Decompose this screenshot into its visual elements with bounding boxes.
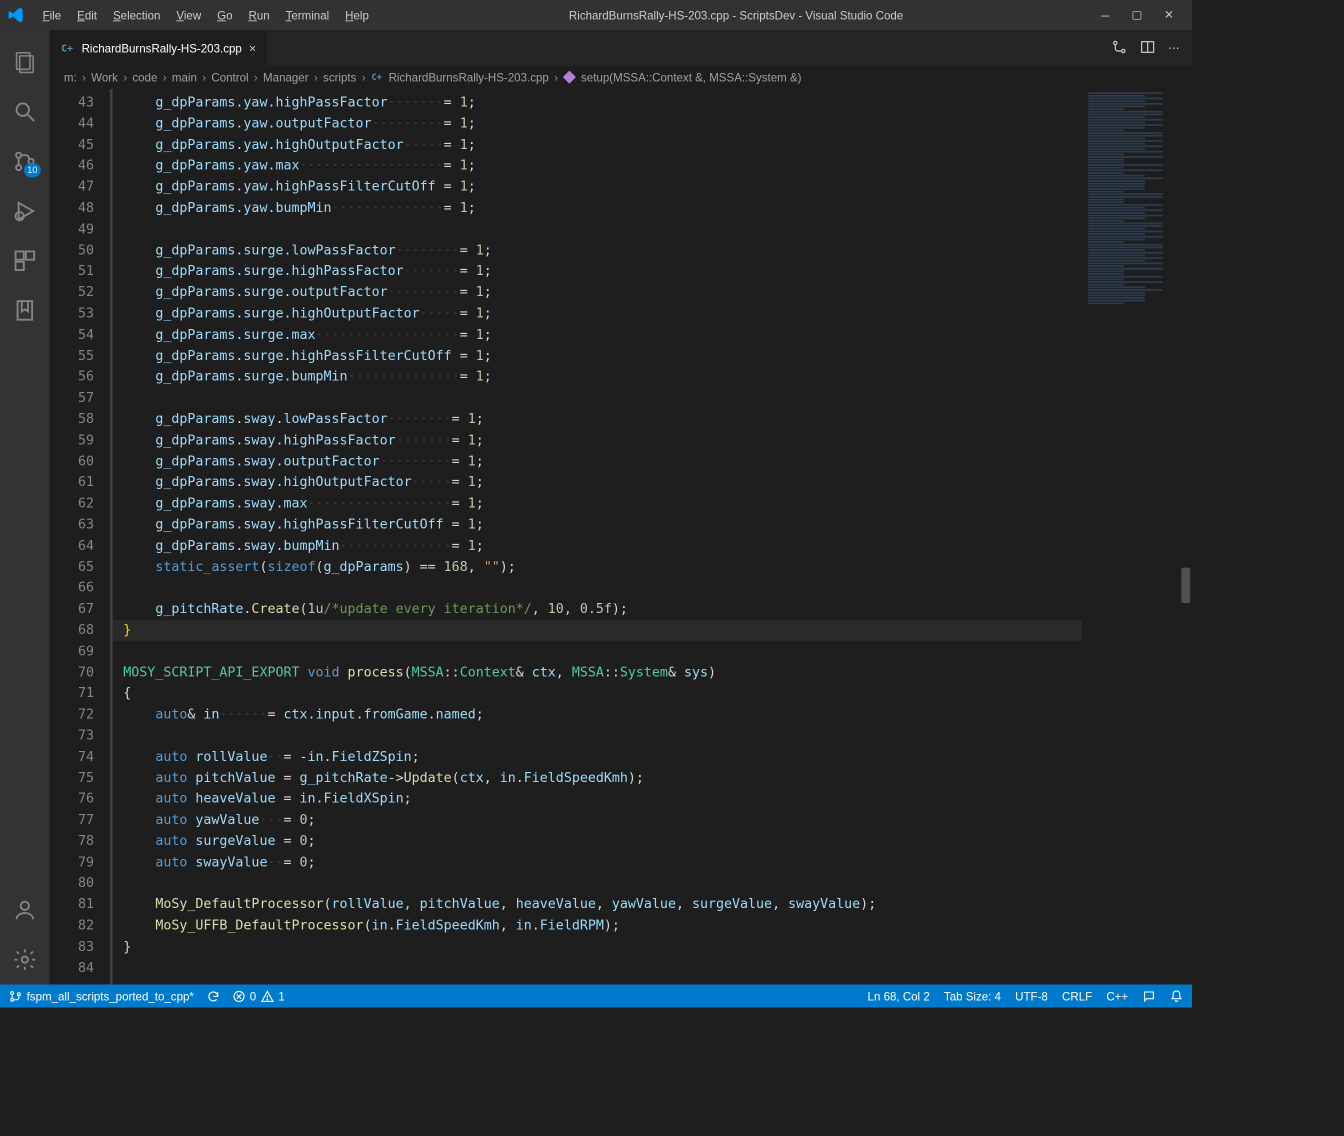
- more-actions-icon[interactable]: ⋯: [1168, 41, 1180, 55]
- chevron-right-icon: ›: [202, 71, 206, 84]
- close-button[interactable]: ✕: [1160, 6, 1178, 24]
- split-editor-icon[interactable]: [1140, 39, 1156, 58]
- maximize-button[interactable]: ▢: [1128, 6, 1146, 24]
- activity-bar: 10: [0, 30, 50, 984]
- breadcrumb-item[interactable]: Manager: [263, 71, 309, 84]
- status-tab-size[interactable]: Tab Size: 4: [944, 989, 1001, 1002]
- status-sync[interactable]: [206, 989, 219, 1002]
- menu-selection[interactable]: Selection: [106, 5, 168, 25]
- breadcrumb-item[interactable]: C+RichardBurnsRally-HS-203.cpp: [371, 71, 549, 84]
- status-problems[interactable]: 0 1: [232, 989, 285, 1002]
- line-gutter: 4344454647484950515253545556575859606162…: [50, 89, 110, 985]
- chevron-right-icon: ›: [554, 71, 558, 84]
- bookmark-icon[interactable]: [0, 286, 50, 336]
- breadcrumb-item[interactable]: setup(MSSA::Context &, MSSA::System &): [563, 71, 801, 84]
- vscode-logo-icon: [7, 6, 25, 24]
- settings-gear-icon[interactable]: [0, 935, 50, 985]
- cpp-file-icon: C+: [371, 71, 383, 83]
- menu-view[interactable]: View: [169, 5, 208, 25]
- minimize-button[interactable]: ─: [1096, 6, 1114, 24]
- menu-file[interactable]: File: [35, 5, 68, 25]
- chevron-right-icon: ›: [362, 71, 366, 84]
- chevron-right-icon: ›: [314, 71, 318, 84]
- title-bar: File Edit Selection View Go Run Terminal…: [0, 0, 1192, 30]
- code-content[interactable]: g_dpParams.yaw.highPassFactor·······= 1;…: [113, 89, 1082, 985]
- tabs-bar: C+ RichardBurnsRally-HS-203.cpp × ⋯: [50, 30, 1192, 65]
- status-branch[interactable]: fspm_all_scripts_ported_to_cpp*: [9, 989, 194, 1002]
- chevron-right-icon: ›: [163, 71, 167, 84]
- vertical-scrollbar[interactable]: [1180, 89, 1192, 985]
- extensions-icon[interactable]: [0, 236, 50, 286]
- status-ln-col[interactable]: Ln 68, Col 2: [868, 989, 930, 1002]
- status-language[interactable]: C++: [1106, 989, 1128, 1002]
- status-bell-icon[interactable]: [1170, 989, 1183, 1002]
- breadcrumb-item[interactable]: m:: [64, 71, 77, 84]
- window-title: RichardBurnsRally-HS-203.cpp - ScriptsDe…: [376, 8, 1096, 21]
- editor-area: C+ RichardBurnsRally-HS-203.cpp × ⋯ m: › W…: [50, 30, 1192, 984]
- method-icon: [563, 71, 575, 83]
- breadcrumb-item[interactable]: main: [172, 71, 197, 84]
- menu-go[interactable]: Go: [210, 5, 240, 25]
- breadcrumb-item[interactable]: Work: [91, 71, 118, 84]
- tab-active[interactable]: C+ RichardBurnsRally-HS-203.cpp ×: [50, 30, 268, 65]
- status-eol[interactable]: CRLF: [1062, 989, 1092, 1002]
- breadcrumb-item[interactable]: code: [132, 71, 157, 84]
- scroll-thumb[interactable]: [1181, 568, 1190, 603]
- breadcrumbs[interactable]: m: › Work › code › main › Control › Manager › script…: [50, 66, 1192, 89]
- menu-help[interactable]: Help: [338, 5, 376, 25]
- cpp-file-icon: C+: [60, 41, 74, 55]
- breadcrumb-item[interactable]: scripts: [323, 71, 356, 84]
- chevron-right-icon: ›: [123, 71, 127, 84]
- minimap[interactable]: [1082, 89, 1180, 985]
- svg-text:C+: C+: [61, 43, 73, 54]
- code-editor[interactable]: 4344454647484950515253545556575859606162…: [50, 89, 1192, 985]
- accounts-icon[interactable]: [0, 885, 50, 935]
- explorer-icon[interactable]: [0, 37, 50, 87]
- menu-terminal[interactable]: Terminal: [279, 5, 337, 25]
- source-control-icon[interactable]: 10: [0, 137, 50, 187]
- scm-badge: 10: [24, 163, 41, 177]
- run-debug-icon[interactable]: [0, 186, 50, 236]
- svg-text:C+: C+: [372, 73, 382, 83]
- search-icon[interactable]: [0, 87, 50, 137]
- chevron-right-icon: ›: [82, 71, 86, 84]
- compare-changes-icon[interactable]: [1111, 39, 1127, 58]
- tab-label: RichardBurnsRally-HS-203.cpp: [82, 41, 242, 54]
- status-bar: fspm_all_scripts_ported_to_cpp* 0 1 Ln 6…: [0, 984, 1192, 1007]
- chevron-right-icon: ›: [254, 71, 258, 84]
- status-encoding[interactable]: UTF-8: [1015, 989, 1048, 1002]
- status-feedback-icon[interactable]: [1142, 989, 1155, 1002]
- tab-close-icon[interactable]: ×: [249, 41, 256, 55]
- menu-edit[interactable]: Edit: [70, 5, 104, 25]
- menu-bar: File Edit Selection View Go Run Terminal…: [35, 5, 375, 25]
- menu-run[interactable]: Run: [241, 5, 276, 25]
- breadcrumb-item[interactable]: Control: [211, 71, 248, 84]
